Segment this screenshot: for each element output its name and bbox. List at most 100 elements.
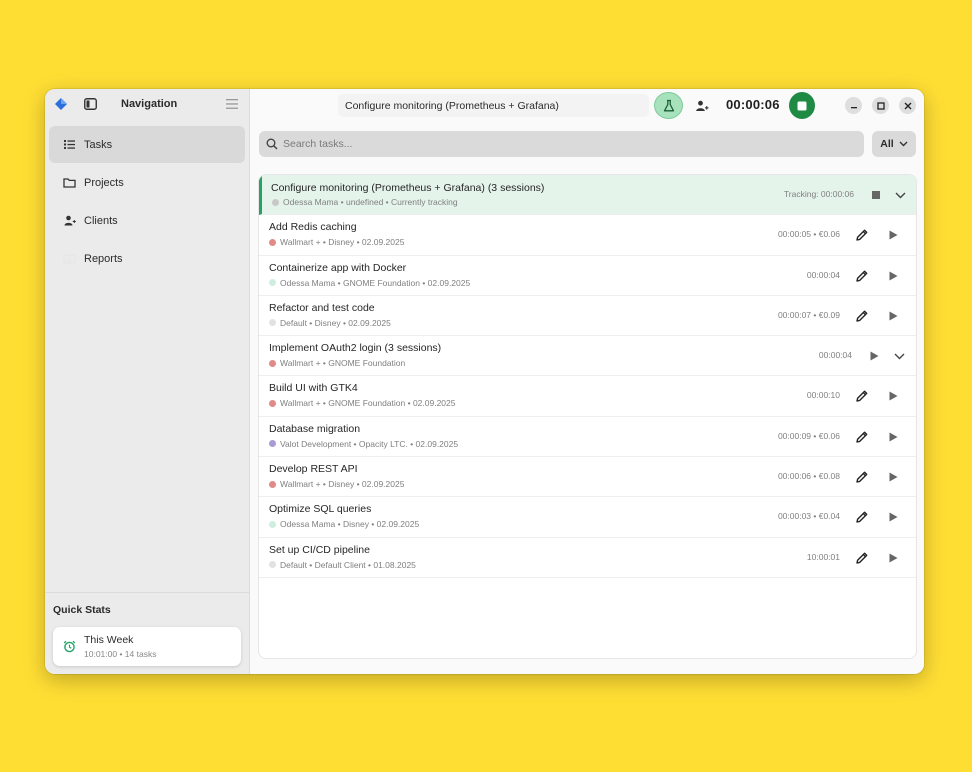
edit-task-button[interactable] bbox=[854, 550, 870, 566]
play-icon bbox=[887, 270, 899, 282]
elapsed-timer: 00:00:06 bbox=[726, 97, 780, 112]
search-input[interactable] bbox=[283, 138, 843, 150]
chevron-down-icon bbox=[895, 192, 906, 199]
task-duration: 00:00:04 bbox=[818, 350, 852, 361]
start-task-button[interactable] bbox=[885, 429, 901, 445]
task-title: Implement OAuth2 login (3 sessions) bbox=[269, 342, 442, 355]
pencil-icon bbox=[855, 309, 869, 323]
sidebar-item-reports[interactable]: Reports bbox=[49, 240, 245, 277]
edit-task-button[interactable] bbox=[854, 429, 870, 445]
edit-task-button[interactable] bbox=[854, 469, 870, 485]
task-meta: Odessa Mama • GNOME Foundation • 02.09.2… bbox=[269, 278, 470, 288]
list-icon bbox=[63, 138, 76, 151]
stop-task-button[interactable] bbox=[868, 187, 884, 203]
filter-dropdown[interactable]: All bbox=[872, 131, 916, 157]
task-title: Optimize SQL queries bbox=[269, 503, 372, 516]
flask-icon bbox=[663, 99, 674, 111]
sidebar: Navigation Tasks Projects Clients Report… bbox=[45, 89, 250, 674]
task-row[interactable]: Configure monitoring (Prometheus + Grafa… bbox=[259, 175, 916, 216]
start-task-button[interactable] bbox=[885, 308, 901, 324]
start-task-button[interactable] bbox=[885, 227, 901, 243]
task-title: Containerize app with Docker bbox=[269, 261, 407, 274]
sidebar-item-projects[interactable]: Projects bbox=[49, 164, 245, 201]
start-task-button[interactable] bbox=[885, 268, 901, 284]
task-list: Configure monitoring (Prometheus + Grafa… bbox=[259, 175, 916, 658]
task-row[interactable]: Database migration Valot Development • Op… bbox=[259, 417, 916, 458]
close-button[interactable] bbox=[899, 97, 916, 114]
quick-stats-title: Quick Stats bbox=[53, 604, 111, 616]
task-row[interactable]: Implement OAuth2 login (3 sessions) Wallm… bbox=[259, 336, 916, 377]
task-duration: Tracking: 00:00:06 bbox=[783, 189, 854, 199]
start-task-button[interactable] bbox=[885, 509, 901, 525]
edit-task-button[interactable] bbox=[854, 509, 870, 525]
start-task-button[interactable] bbox=[866, 348, 882, 364]
maximize-button[interactable] bbox=[872, 97, 889, 114]
task-duration: 00:00:10 bbox=[806, 390, 840, 401]
chart-icon bbox=[63, 252, 76, 265]
task-meta: Odessa Mama • Disney • 02.09.2025 bbox=[269, 519, 419, 529]
task-meta-text: Default • Disney • 02.09.2025 bbox=[280, 317, 391, 328]
expand-sessions-button[interactable] bbox=[891, 348, 907, 364]
this-week-summary: 10:01:00 • 14 tasks bbox=[84, 649, 157, 659]
quick-stats: Quick Stats This Week 10:01:00 • 14 task… bbox=[45, 592, 249, 666]
start-task-button[interactable] bbox=[885, 388, 901, 404]
task-duration: 10:00:01 bbox=[806, 551, 840, 562]
this-week-card[interactable]: This Week 10:01:00 • 14 tasks bbox=[53, 627, 241, 666]
chevron-down-icon bbox=[899, 141, 908, 147]
task-row[interactable]: Develop REST API Wallmart + • Disney • 02… bbox=[259, 457, 916, 498]
task-row[interactable]: Add Redis caching Wallmart + • Disney • 0… bbox=[259, 215, 916, 256]
sidebar-toggle-icon[interactable] bbox=[84, 98, 97, 110]
edit-task-button[interactable] bbox=[854, 308, 870, 324]
search-bar bbox=[259, 131, 864, 157]
current-task-title[interactable]: Configure monitoring (Prometheus + Grafa… bbox=[338, 94, 649, 117]
sidebar-item-clients[interactable]: Clients bbox=[49, 202, 245, 239]
sidebar-nav: Tasks Projects Clients Reports bbox=[49, 126, 245, 278]
task-title: Develop REST API bbox=[269, 463, 358, 476]
task-row[interactable]: Containerize app with Docker Odessa Mama … bbox=[259, 256, 916, 296]
task-title: Refactor and test code bbox=[269, 301, 375, 314]
task-row[interactable]: Optimize SQL queries Odessa Mama • Disney… bbox=[259, 497, 916, 538]
task-meta-text: Wallmart + • Disney • 02.09.2025 bbox=[280, 479, 405, 490]
edit-task-button[interactable] bbox=[854, 388, 870, 404]
stop-tracking-button[interactable] bbox=[789, 92, 815, 119]
this-week-title: This Week bbox=[84, 634, 134, 646]
sidebar-item-label: Clients bbox=[84, 214, 118, 227]
project-color-dot bbox=[269, 238, 276, 246]
flask-button[interactable] bbox=[654, 92, 683, 119]
edit-task-button[interactable] bbox=[854, 268, 870, 284]
pencil-icon bbox=[855, 430, 869, 444]
start-task-button[interactable] bbox=[885, 550, 901, 566]
sidebar-item-label: Reports bbox=[84, 252, 123, 265]
minimize-button[interactable] bbox=[845, 97, 862, 114]
add-client-button[interactable] bbox=[693, 97, 710, 114]
sidebar-item-tasks[interactable]: Tasks bbox=[49, 126, 245, 163]
start-task-button[interactable] bbox=[885, 469, 901, 485]
task-row[interactable]: Set up CI/CD pipeline Default • Default C… bbox=[259, 538, 916, 578]
sidebar-item-label: Projects bbox=[84, 176, 124, 189]
maximize-icon bbox=[876, 101, 885, 110]
task-row[interactable]: Refactor and test code Default • Disney •… bbox=[259, 296, 916, 337]
task-duration: 00:00:03 • €0.04 bbox=[777, 511, 840, 522]
play-icon bbox=[868, 350, 880, 362]
edit-task-button[interactable] bbox=[854, 227, 870, 243]
pencil-icon bbox=[855, 228, 869, 242]
task-duration: 00:00:06 • €0.08 bbox=[777, 471, 840, 482]
task-meta: Default • Disney • 02.09.2025 bbox=[269, 318, 391, 328]
hamburger-menu-icon[interactable] bbox=[226, 99, 238, 109]
play-icon bbox=[887, 511, 899, 523]
task-meta-text: Valot Development • Opacity LTC. • 02.09… bbox=[280, 438, 459, 449]
play-icon bbox=[887, 310, 899, 322]
task-meta-text: Wallmart + • GNOME Foundation • 02.09.20… bbox=[280, 398, 456, 409]
project-color-dot bbox=[269, 520, 276, 528]
task-meta: Odessa Mama • undefined • Currently trac… bbox=[272, 197, 458, 207]
task-row[interactable]: Build UI with GTK4 Wallmart + • GNOME Fou… bbox=[259, 376, 916, 417]
task-meta-text: Odessa Mama • GNOME Foundation • 02.09.2… bbox=[280, 277, 471, 288]
task-meta-text: Wallmart + • GNOME Foundation bbox=[280, 358, 406, 369]
expand-sessions-button[interactable] bbox=[892, 187, 908, 203]
chevron-down-icon bbox=[894, 353, 905, 360]
task-title: Database migration bbox=[269, 422, 361, 435]
task-meta: Default • Default Client • 01.08.2025 bbox=[269, 560, 416, 570]
pencil-icon bbox=[855, 510, 869, 524]
task-meta: Valot Development • Opacity LTC. • 02.09… bbox=[269, 439, 458, 449]
app-window: Navigation Tasks Projects Clients Report… bbox=[45, 89, 924, 674]
